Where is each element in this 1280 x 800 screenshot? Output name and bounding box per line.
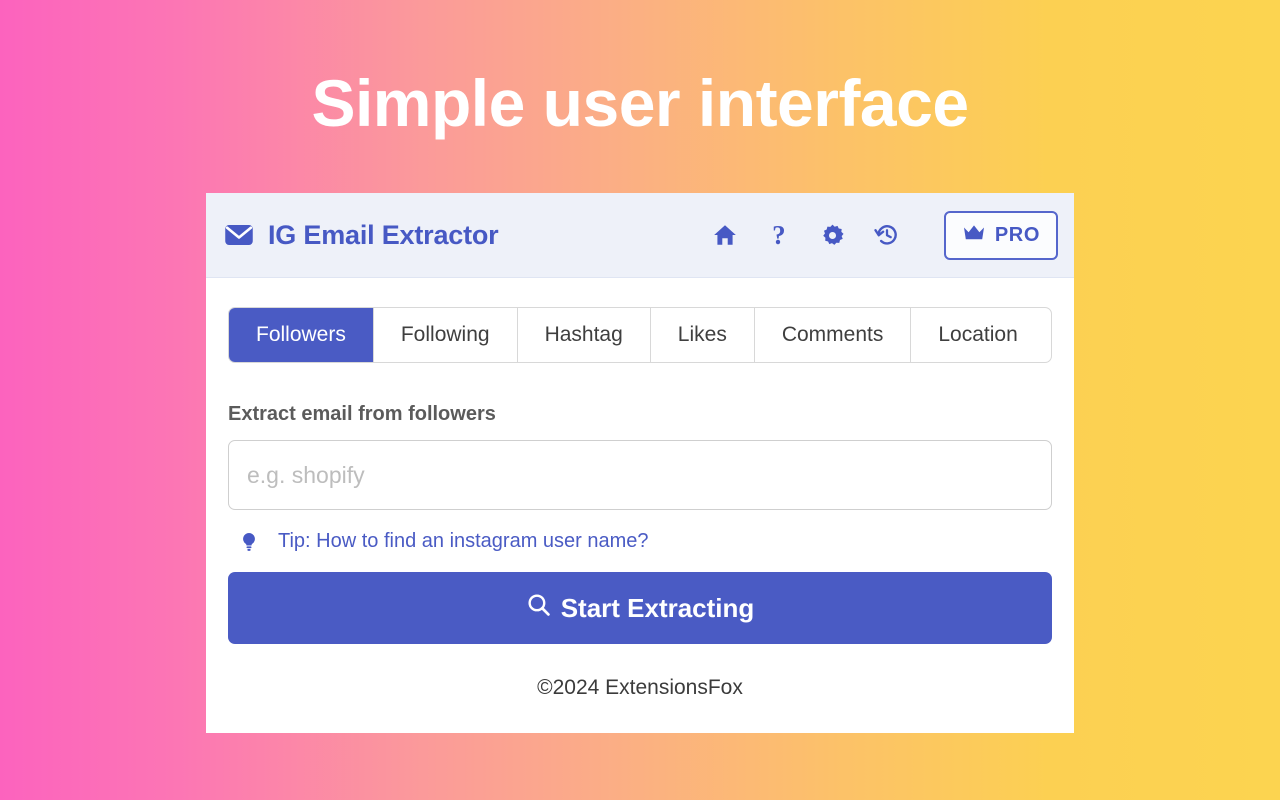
tip-row: Tip: How to find an instagram user name? xyxy=(228,530,1052,553)
tab-comments[interactable]: Comments xyxy=(754,308,912,362)
brand-title: IG Email Extractor xyxy=(268,219,499,250)
envelope-icon xyxy=(224,220,254,250)
pro-button-label: PRO xyxy=(994,223,1040,246)
search-icon xyxy=(526,592,551,624)
home-icon[interactable] xyxy=(712,222,738,248)
start-extracting-button[interactable]: Start Extracting xyxy=(228,572,1052,644)
footer-copyright: ©2024 ExtensionsFox xyxy=(537,676,743,699)
field-label: Extract email from followers xyxy=(228,403,496,425)
extension-popup-card: IG Email Extractor ? PRO Followers Follo… xyxy=(206,193,1074,733)
tab-following[interactable]: Following xyxy=(373,308,518,362)
tip-link[interactable]: Tip: How to find an instagram user name? xyxy=(278,530,649,553)
tab-bar: Followers Following Hashtag Likes Commen… xyxy=(228,307,1052,363)
lightbulb-icon xyxy=(238,531,260,553)
headline: Simple user interface xyxy=(311,66,969,140)
tab-location[interactable]: Location xyxy=(911,308,1045,362)
gear-icon[interactable] xyxy=(820,222,846,248)
username-input[interactable] xyxy=(228,440,1052,510)
history-icon[interactable] xyxy=(874,222,900,248)
card-body: Followers Following Hashtag Likes Commen… xyxy=(206,278,1074,700)
crown-icon xyxy=(962,223,986,248)
help-icon[interactable]: ? xyxy=(766,221,792,248)
pro-button[interactable]: PRO xyxy=(943,210,1058,260)
tab-hashtag[interactable]: Hashtag xyxy=(517,308,651,362)
promo-stage: Simple user interface IG Email Extractor xyxy=(0,0,1280,800)
tab-likes[interactable]: Likes xyxy=(650,308,755,362)
header-actions: ? PRO xyxy=(712,210,1058,260)
tab-followers[interactable]: Followers xyxy=(229,308,374,362)
start-extracting-label: Start Extracting xyxy=(560,592,755,623)
card-header: IG Email Extractor ? PRO xyxy=(206,193,1074,278)
brand: IG Email Extractor xyxy=(224,220,499,251)
